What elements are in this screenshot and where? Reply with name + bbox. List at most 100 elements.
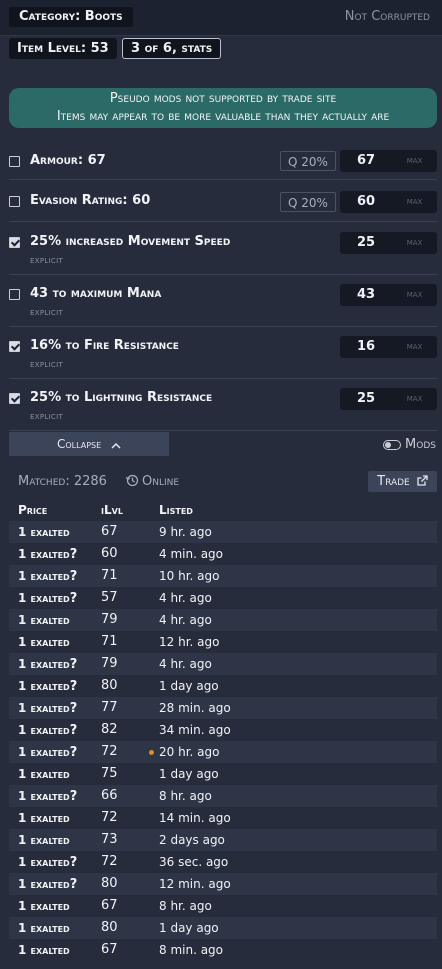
ilvl-cell: 75 xyxy=(101,766,118,781)
max-value[interactable]: max xyxy=(392,336,437,358)
uncertain-price-icon: ? xyxy=(69,657,78,672)
stat-label: Armour: 67 xyxy=(30,153,106,168)
uncertain-price-icon: ? xyxy=(69,569,78,584)
table-row[interactable]: 1 exalted 67 8 min. ago xyxy=(9,939,437,961)
results-table-header: Price iLvl Listed xyxy=(0,502,442,520)
warning-line-1: Pseudo mods not supported by trade site xyxy=(109,91,337,106)
stat-checkbox[interactable] xyxy=(9,341,20,352)
stat-value-input[interactable]: 25 max xyxy=(340,232,437,254)
price-text: 1 exalted xyxy=(18,679,70,693)
trade-button[interactable]: Trade xyxy=(368,471,437,492)
table-row[interactable]: 1 exalted? 72 20 hr. ago xyxy=(9,741,437,763)
table-row[interactable]: 1 exalted? 72 36 sec. ago xyxy=(9,851,437,873)
table-row[interactable]: 1 exalted? 80 12 min. ago xyxy=(9,873,437,895)
ilvl-column-header[interactable]: iLvl xyxy=(101,503,123,517)
stat-label: 43 to maximum Mana xyxy=(30,286,162,301)
collapse-button[interactable]: Collapse xyxy=(9,432,169,456)
stat-value-input[interactable]: 43 max xyxy=(340,284,437,306)
min-value[interactable]: 67 xyxy=(340,150,392,172)
ilvl-cell: 82 xyxy=(101,722,118,737)
ilvl-cell: 57 xyxy=(101,590,118,605)
price-text: 1 exalted xyxy=(18,921,70,935)
table-row[interactable]: 1 exalted 67 8 hr. ago xyxy=(9,895,437,917)
max-value[interactable]: max xyxy=(392,150,437,172)
uncertain-price-icon: ? xyxy=(69,547,78,562)
divider xyxy=(9,326,437,327)
listed-cell: 2 days ago xyxy=(159,833,225,847)
pseudo-mods-warning: Pseudo mods not supported by trade site … xyxy=(9,88,437,128)
min-value[interactable]: 25 xyxy=(340,388,392,410)
uncertain-price-icon: ? xyxy=(69,877,78,892)
listed-cell: 4 hr. ago xyxy=(159,613,212,627)
ilvl-cell: 80 xyxy=(101,678,118,693)
divider xyxy=(9,179,437,180)
price-column-header[interactable]: Price xyxy=(18,503,47,517)
listed-cell: 28 min. ago xyxy=(159,701,231,715)
ilvl-cell: 80 xyxy=(101,876,118,891)
min-value[interactable]: 16 xyxy=(340,336,392,358)
price-text: 1 exalted xyxy=(18,635,70,649)
uncertain-price-icon: ? xyxy=(69,701,78,716)
table-row[interactable]: 1 exalted 80 1 day ago xyxy=(9,917,437,939)
listed-cell: 4 hr. ago xyxy=(159,657,212,671)
mods-toggle[interactable]: Mods xyxy=(383,437,436,452)
toggle-switch-icon[interactable] xyxy=(383,439,402,450)
divider xyxy=(9,221,437,222)
price-cell: 1 exalted? xyxy=(18,851,77,874)
ilvl-cell: 79 xyxy=(101,656,118,671)
stat-checkbox[interactable] xyxy=(9,393,20,404)
stat-label: 25% to Lightning Resistance xyxy=(30,390,213,405)
stat-checkbox[interactable] xyxy=(9,196,20,207)
table-row[interactable]: 1 exalted 72 14 min. ago xyxy=(9,807,437,829)
max-value[interactable]: max xyxy=(392,232,437,254)
price-cell: 1 exalted? xyxy=(18,587,77,610)
quality-toggle[interactable]: Q 20% xyxy=(280,192,336,212)
stat-value-input[interactable]: 25 max xyxy=(340,388,437,410)
max-value[interactable]: max xyxy=(392,388,437,410)
min-value[interactable]: 25 xyxy=(340,232,392,254)
table-row[interactable]: 1 exalted 79 4 hr. ago xyxy=(9,609,437,631)
max-value[interactable]: max xyxy=(392,191,437,213)
min-value[interactable]: 43 xyxy=(340,284,392,306)
stats-filter-chip[interactable]: 3 of 6, stats xyxy=(122,38,222,59)
ilvl-cell: 79 xyxy=(101,612,118,627)
price-cell: 1 exalted? xyxy=(18,653,77,676)
table-row[interactable]: 1 exalted? 77 28 min. ago xyxy=(9,697,437,719)
corrupted-status[interactable]: Not Corrupted xyxy=(345,7,430,27)
stat-checkbox[interactable] xyxy=(9,237,20,248)
table-row[interactable]: 1 exalted? 66 8 hr. ago xyxy=(9,785,437,807)
table-row[interactable]: 1 exalted 73 2 days ago xyxy=(9,829,437,851)
table-row[interactable]: 1 exalted? 57 4 hr. ago xyxy=(9,587,437,609)
listed-column-header[interactable]: Listed xyxy=(159,503,193,517)
table-row[interactable]: 1 exalted 67 9 hr. ago xyxy=(9,521,437,543)
stat-value-input[interactable]: 60 max xyxy=(340,191,437,213)
table-row[interactable]: 1 exalted 75 1 day ago xyxy=(9,763,437,785)
quality-toggle[interactable]: Q 20% xyxy=(280,151,336,171)
stat-value-input[interactable]: 16 max xyxy=(340,336,437,358)
stat-label: Evasion Rating: 60 xyxy=(30,193,151,208)
ilvl-cell: 80 xyxy=(101,920,118,935)
table-row[interactable]: 1 exalted? 82 34 min. ago xyxy=(9,719,437,741)
min-value[interactable]: 60 xyxy=(340,191,392,213)
stat-checkbox[interactable] xyxy=(9,156,20,167)
table-row[interactable]: 1 exalted 71 12 hr. ago xyxy=(9,631,437,653)
mod-source: explicit xyxy=(30,411,64,422)
stat-row-evasion: Evasion Rating: 60 Q 20% 60 max xyxy=(0,181,442,222)
ilvl-cell: 67 xyxy=(101,524,118,539)
item-level-chip[interactable]: Item Level: 53 xyxy=(9,38,117,59)
stat-checkbox[interactable] xyxy=(9,289,20,300)
listed-cell: 8 min. ago xyxy=(159,943,224,957)
price-text: 1 exalted xyxy=(18,591,70,605)
price-text: 1 exalted xyxy=(18,877,70,891)
price-cell: 1 exalted xyxy=(18,521,70,543)
max-value[interactable]: max xyxy=(392,284,437,306)
online-filter[interactable]: Online xyxy=(125,474,179,491)
table-row[interactable]: 1 exalted? 80 1 day ago xyxy=(9,675,437,697)
price-text: 1 exalted xyxy=(18,745,70,759)
price-cell: 1 exalted? xyxy=(18,741,77,764)
listed-cell: 10 hr. ago xyxy=(159,569,220,583)
table-row[interactable]: 1 exalted? 79 4 hr. ago xyxy=(9,653,437,675)
table-row[interactable]: 1 exalted? 60 4 min. ago xyxy=(9,543,437,565)
stat-value-input[interactable]: 67 max xyxy=(340,150,437,172)
table-row[interactable]: 1 exalted? 71 10 hr. ago xyxy=(9,565,437,587)
